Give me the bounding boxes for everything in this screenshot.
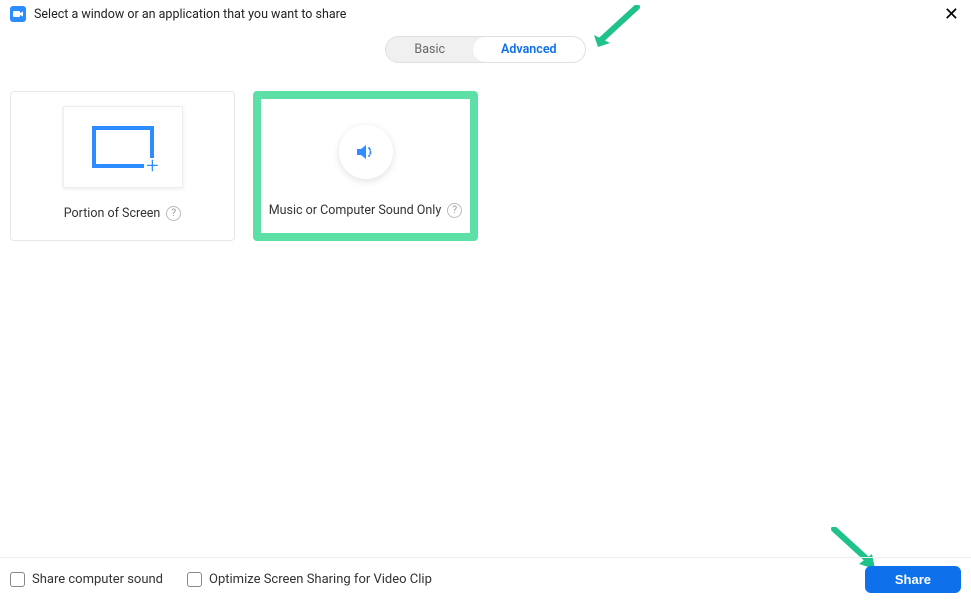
option-music-or-computer-sound[interactable]: Music or Computer Sound Only ? (253, 91, 478, 241)
music-preview (306, 111, 426, 193)
share-button[interactable]: Share (865, 566, 961, 593)
checkbox-icon (10, 572, 25, 587)
footer-bar: Share computer sound Optimize Screen Sha… (0, 557, 971, 601)
checkbox-optimize-video[interactable]: Optimize Screen Sharing for Video Clip (187, 572, 432, 587)
portion-preview (63, 106, 183, 188)
window-title: Select a window or an application that y… (34, 7, 346, 22)
close-button[interactable]: ✕ (944, 6, 959, 24)
tab-advanced[interactable]: Advanced (473, 37, 585, 62)
help-icon[interactable]: ? (447, 203, 462, 218)
tab-bar: Basic Advanced (385, 36, 585, 63)
music-label: Music or Computer Sound Only (269, 203, 442, 218)
portion-label: Portion of Screen (64, 206, 161, 221)
speaker-icon (339, 125, 393, 179)
checkbox-share-computer-sound[interactable]: Share computer sound (10, 572, 163, 587)
share-sound-label: Share computer sound (32, 572, 163, 587)
tab-basic[interactable]: Basic (386, 37, 473, 62)
help-icon[interactable]: ? (166, 206, 181, 221)
checkbox-icon (187, 572, 202, 587)
zoom-logo-icon (10, 6, 26, 22)
option-portion-of-screen[interactable]: Portion of Screen ? (10, 91, 235, 241)
optimize-video-label: Optimize Screen Sharing for Video Clip (209, 572, 432, 587)
portion-rect-icon (92, 126, 154, 168)
